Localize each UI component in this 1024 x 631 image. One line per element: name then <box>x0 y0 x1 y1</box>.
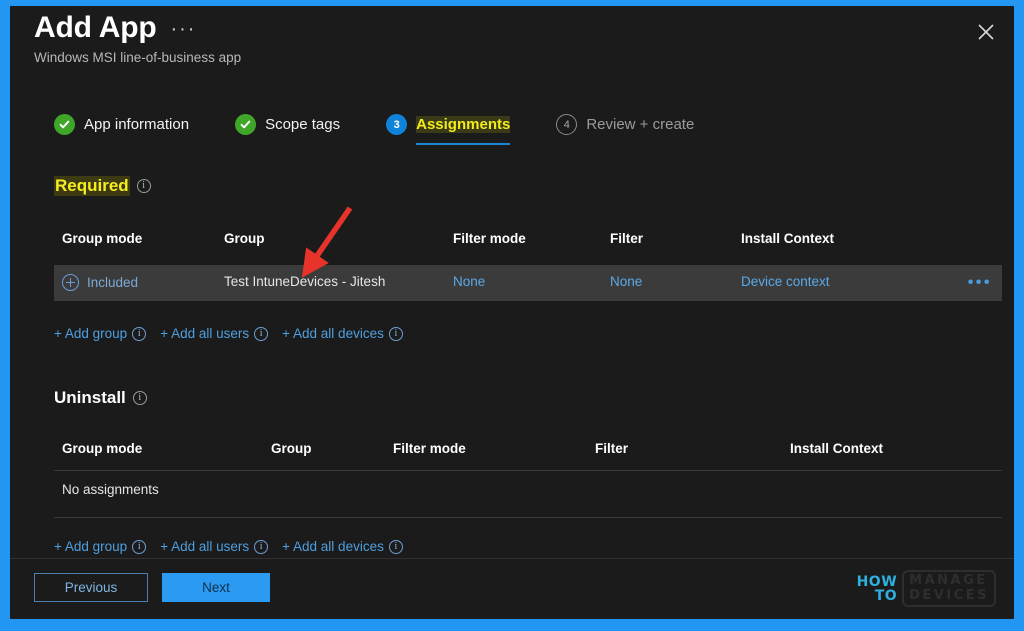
uninstall-title: Uninstall <box>54 388 126 407</box>
step-complete-icon <box>235 114 257 135</box>
active-tab-underline <box>416 142 511 145</box>
cell-group: Test IntuneDevices - Jitesh <box>224 274 386 289</box>
info-icon[interactable]: i <box>132 326 147 341</box>
column-header-filter-mode: Filter mode <box>453 231 526 246</box>
step-complete-icon <box>54 114 75 135</box>
wizard-steps: App information Scope tags 3 Assignments… <box>54 114 694 145</box>
previous-button[interactable]: Previous <box>34 573 148 602</box>
step-number-badge: 4 <box>556 114 578 135</box>
step-number-badge: 3 <box>386 114 408 135</box>
column-header-filter-mode: Filter mode <box>393 441 466 456</box>
column-header-filter: Filter <box>595 441 629 456</box>
info-icon[interactable]: i <box>132 391 147 405</box>
column-header-group: Group <box>224 231 265 246</box>
info-icon[interactable]: i <box>132 539 147 554</box>
next-button[interactable]: Next <box>162 573 270 602</box>
required-table-body: Included Test IntuneDevices - Jitesh Non… <box>54 265 1002 301</box>
add-all-devices-link[interactable]: + Add all devices <box>282 326 384 341</box>
uninstall-table-body: No assignments <box>54 482 1002 502</box>
tab-assignments[interactable]: 3 Assignments <box>386 114 556 145</box>
table-row[interactable]: Included Test IntuneDevices - Jitesh Non… <box>54 265 1002 301</box>
empty-state-message: No assignments <box>62 482 159 497</box>
required-title: Required <box>54 176 130 196</box>
required-add-actions: + Add group i + Add all users i + Add al… <box>54 326 403 341</box>
cell-filter[interactable]: None <box>610 274 642 289</box>
watermark-manage: MANAGE <box>909 573 988 588</box>
required-section-heading: Required i <box>54 176 151 196</box>
blade-footer: Previous Next HOW TO MANAGE DEVICES <box>10 559 1014 619</box>
table-divider <box>54 470 1002 471</box>
add-all-devices-link[interactable]: + Add all devices <box>282 539 384 554</box>
required-table-header: Group mode Group Filter mode Filter Inst… <box>54 231 1002 249</box>
add-group-link[interactable]: + Add group <box>54 539 127 554</box>
cell-install-context[interactable]: Device context <box>741 274 830 289</box>
tab-label-app-information: App information <box>84 116 190 133</box>
close-button[interactable] <box>966 14 1006 50</box>
row-overflow-menu-icon[interactable]: ••• <box>968 275 992 291</box>
watermark-to: TO <box>874 587 898 604</box>
info-icon[interactable]: i <box>388 326 403 341</box>
cell-filter-mode[interactable]: None <box>453 274 485 289</box>
info-icon[interactable]: i <box>254 326 269 341</box>
tab-label-review-create: Review + create <box>586 116 695 133</box>
tab-label-scope-tags: Scope tags <box>265 116 341 133</box>
tab-label-assignments: Assignments <box>416 116 511 133</box>
page-subtitle: Windows MSI line-of-business app <box>34 50 242 65</box>
uninstall-add-actions: + Add group i + Add all users i + Add al… <box>54 539 403 554</box>
column-header-group-mode: Group mode <box>62 441 143 456</box>
plus-circle-icon <box>62 274 79 291</box>
column-header-install-context: Install Context <box>790 441 884 456</box>
close-icon <box>978 24 994 40</box>
blade-header: Add App ··· Windows MSI line-of-business… <box>34 10 241 67</box>
tab-review-create[interactable]: 4 Review + create <box>556 114 694 135</box>
cell-group-mode: Included <box>62 274 138 291</box>
info-icon[interactable]: i <box>254 539 269 554</box>
watermark-how: HOW <box>856 573 898 590</box>
tab-scope-tags[interactable]: Scope tags <box>235 114 386 135</box>
cell-group-mode-label: Included <box>87 275 139 290</box>
column-header-install-context: Install Context <box>741 231 835 246</box>
add-app-blade: Add App ··· Windows MSI line-of-business… <box>10 6 1014 619</box>
uninstall-table-header: Group mode Group Filter mode Filter Inst… <box>54 441 1002 459</box>
table-divider <box>54 517 1002 518</box>
tab-app-information[interactable]: App information <box>54 114 235 135</box>
add-group-link[interactable]: + Add group <box>54 326 127 341</box>
info-icon[interactable]: i <box>388 539 403 554</box>
more-options-button[interactable]: ··· <box>170 18 196 46</box>
column-header-group: Group <box>271 441 312 456</box>
info-icon[interactable]: i <box>136 179 151 193</box>
column-header-group-mode: Group mode <box>62 231 143 246</box>
add-all-users-link[interactable]: + Add all users <box>160 326 249 341</box>
column-header-filter: Filter <box>610 231 644 246</box>
uninstall-section-heading: Uninstall i <box>54 388 147 408</box>
watermark-devices: DEVICES <box>909 588 989 603</box>
blade-outer-frame: Add App ··· Windows MSI line-of-business… <box>0 0 1024 631</box>
add-all-users-link[interactable]: + Add all users <box>160 539 249 554</box>
page-title: Add App <box>34 11 157 44</box>
watermark-logo: HOW TO MANAGE DEVICES <box>857 570 996 607</box>
